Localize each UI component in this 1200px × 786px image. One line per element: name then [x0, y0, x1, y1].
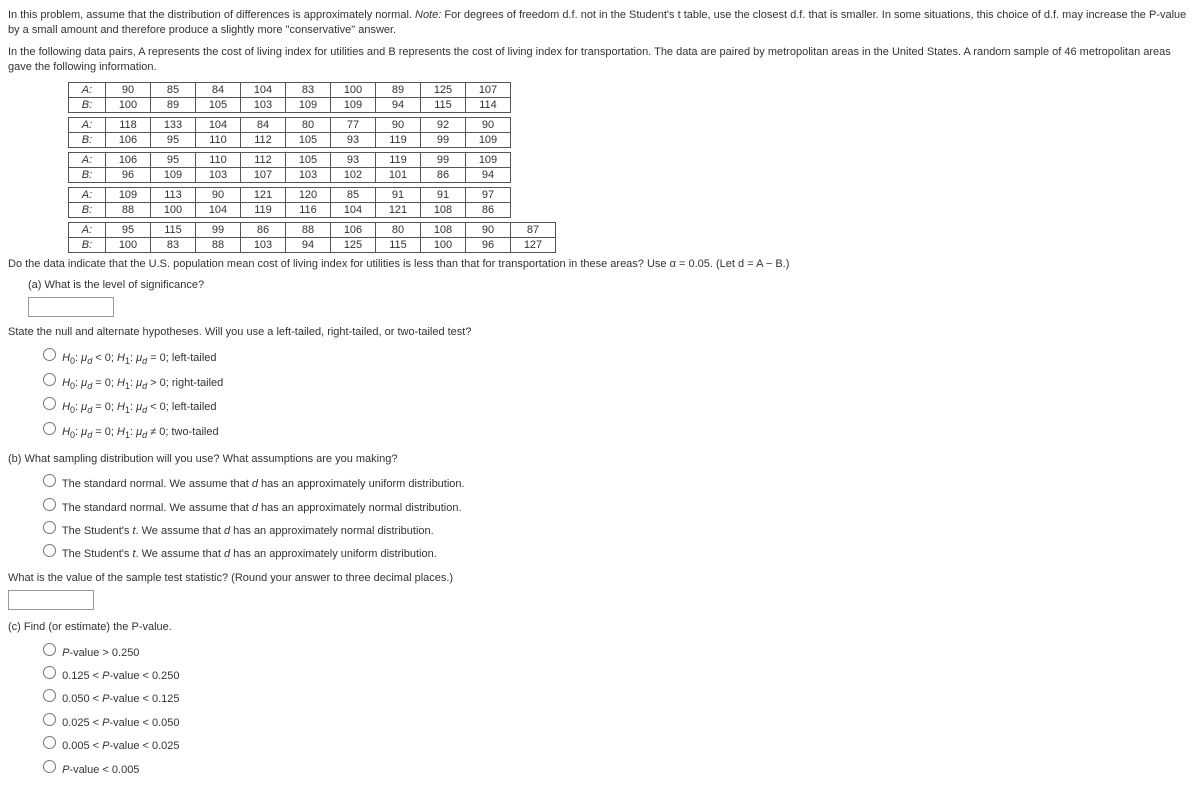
distribution-option-radio[interactable]: [43, 544, 56, 557]
distribution-option-radio[interactable]: [43, 521, 56, 534]
hypotheses-prompt: State the null and alternate hypotheses.…: [8, 325, 1192, 340]
distribution-options: The standard normal. We assume that d ha…: [8, 471, 1192, 563]
part-c-label: (c) Find (or estimate) the P-value.: [8, 620, 1192, 635]
distribution-option-label: The Student's t. We assume that d has an…: [62, 548, 437, 560]
part-b-label: (b) What sampling distribution will you …: [8, 452, 1192, 467]
part-a-label: (a) What is the level of significance?: [28, 278, 1192, 293]
pvalue-option-label: P-value < 0.005: [62, 764, 139, 776]
pvalue-option-label: 0.005 < P-value < 0.025: [62, 740, 179, 752]
distribution-option-label: The standard normal. We assume that d ha…: [62, 478, 465, 490]
test-stat-prompt: What is the value of the sample test sta…: [8, 571, 1192, 586]
hypothesis-option-radio[interactable]: [43, 348, 56, 361]
distribution-option-label: The Student's t. We assume that d has an…: [62, 525, 434, 537]
hypothesis-option-radio[interactable]: [43, 397, 56, 410]
intro-paragraph-1: In this problem, assume that the distrib…: [8, 8, 1192, 39]
pvalue-option-label: 0.125 < P-value < 0.250: [62, 670, 179, 682]
hypothesis-option-label: H0: μd < 0; H1: μd = 0; left-tailed: [62, 352, 216, 364]
hypothesis-option-label: H0: μd = 0; H1: μd > 0; right-tailed: [62, 377, 223, 389]
pvalue-option-radio[interactable]: [43, 643, 56, 656]
distribution-option-label: The standard normal. We assume that d ha…: [62, 502, 462, 514]
pvalue-option-radio[interactable]: [43, 736, 56, 749]
intro-paragraph-2: In the following data pairs, A represent…: [8, 45, 1192, 76]
pvalue-option-label: P-value > 0.250: [62, 647, 139, 659]
hypothesis-option-radio[interactable]: [43, 373, 56, 386]
hypotheses-options: H0: μd < 0; H1: μd = 0; left-tailed H0: …: [8, 345, 1192, 442]
data-tables: A:9085841048310089125107B:10089105103109…: [8, 82, 1192, 253]
hypothesis-option-label: H0: μd = 0; H1: μd ≠ 0; two-tailed: [62, 426, 219, 438]
test-statistic-input[interactable]: [8, 590, 94, 610]
significance-input[interactable]: [28, 297, 114, 317]
pvalue-option-radio[interactable]: [43, 689, 56, 702]
hypothesis-option-radio[interactable]: [43, 422, 56, 435]
pvalue-options: P-value > 0.250 0.125 < P-value < 0.250 …: [8, 640, 1192, 778]
pvalue-option-label: 0.025 < P-value < 0.050: [62, 717, 179, 729]
main-question: Do the data indicate that the U.S. popul…: [8, 257, 1192, 272]
pvalue-option-radio[interactable]: [43, 666, 56, 679]
pvalue-option-radio[interactable]: [43, 713, 56, 726]
distribution-option-radio[interactable]: [43, 474, 56, 487]
pvalue-option-label: 0.050 < P-value < 0.125: [62, 693, 179, 705]
pvalue-option-radio[interactable]: [43, 760, 56, 773]
hypothesis-option-label: H0: μd = 0; H1: μd < 0; left-tailed: [62, 401, 216, 413]
distribution-option-radio[interactable]: [43, 498, 56, 511]
